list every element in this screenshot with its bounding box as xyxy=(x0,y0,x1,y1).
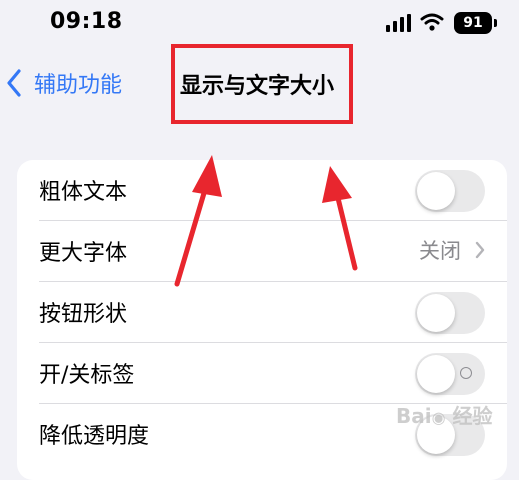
row-label: 粗体文本 xyxy=(39,180,128,205)
chevron-left-icon xyxy=(7,69,21,97)
cellular-signal-icon xyxy=(386,14,411,32)
row-label: 更大字体 xyxy=(39,241,128,266)
battery-icon: 91 xyxy=(454,12,492,34)
settings-group: 粗体文本 更大字体 关闭 按钮形状 开/关标签 降低透明度 xyxy=(17,160,507,480)
row-label: 按钮形状 xyxy=(39,302,128,327)
row-larger-text[interactable]: 更大字体 关闭 xyxy=(17,221,507,282)
row-bold-text[interactable]: 粗体文本 xyxy=(17,160,507,221)
off-label-icon xyxy=(460,367,472,379)
battery-tip xyxy=(494,19,497,27)
baidu-watermark: Bai◉ 经验 xyxy=(396,404,493,428)
row-label: 开/关标签 xyxy=(39,363,135,388)
chevron-right-icon xyxy=(475,241,485,259)
row-label: 降低透明度 xyxy=(39,424,150,449)
wifi-icon xyxy=(420,13,444,31)
row-button-shapes[interactable]: 按钮形状 xyxy=(17,282,507,343)
annotation-highlight-box xyxy=(171,44,353,124)
bold-text-toggle[interactable] xyxy=(415,170,485,212)
toggle-knob xyxy=(417,355,455,393)
back-label: 辅助功能 xyxy=(34,73,123,98)
back-button[interactable]: 辅助功能 xyxy=(6,66,122,100)
on-off-labels-toggle[interactable] xyxy=(415,353,485,395)
toggle-knob xyxy=(417,294,455,332)
row-on-off-labels[interactable]: 开/关标签 xyxy=(17,343,507,404)
button-shapes-toggle[interactable] xyxy=(415,292,485,334)
status-time: 09:18 xyxy=(50,9,123,34)
toggle-knob xyxy=(417,172,455,210)
larger-text-detail[interactable]: 关闭 xyxy=(419,235,485,265)
status-bar: 09:18 91 xyxy=(0,0,519,50)
detail-value: 关闭 xyxy=(419,239,461,263)
